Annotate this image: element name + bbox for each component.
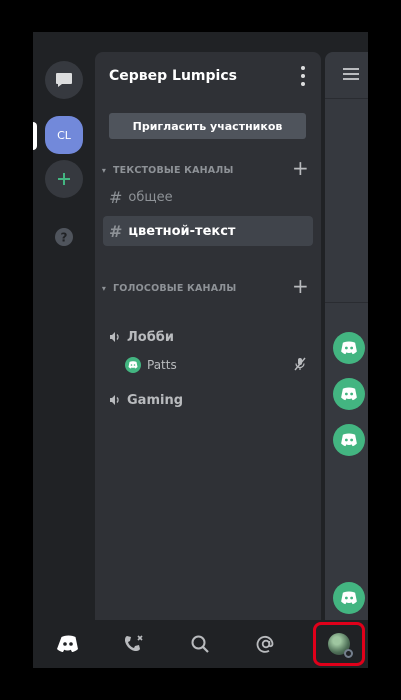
direct-messages-button[interactable] (45, 61, 83, 99)
help-button[interactable]: ? (45, 218, 83, 256)
channel-name: Лобби (127, 329, 174, 345)
home-icon (57, 635, 78, 652)
message-avatar[interactable] (333, 332, 365, 364)
plus-icon (58, 173, 70, 185)
category-label: ГОЛОСОВЫЕ КАНАЛЫ (113, 282, 237, 294)
friends-icon (125, 635, 143, 651)
status-indicator (344, 649, 353, 658)
voice-user-name: Patts (147, 358, 177, 372)
discord-logo-icon (341, 433, 357, 447)
category-voice-channels[interactable]: ▾ ГОЛОСОВЫЕ КАНАЛЫ + (99, 276, 317, 298)
discord-logo-icon (341, 341, 357, 355)
more-options-icon[interactable] (297, 66, 309, 86)
hash-icon: # (109, 187, 123, 207)
channel-name: цветной-текст (128, 223, 236, 239)
profile-nav-button[interactable] (313, 622, 365, 666)
bottom-navigation (33, 620, 368, 668)
invite-members-button[interactable]: Пригласить участников (109, 113, 306, 139)
message-avatar[interactable] (333, 378, 365, 410)
app-screen: CL ? Сервер Lumpics Пригласить участнико… (33, 32, 368, 668)
muted-mic-icon (293, 357, 307, 374)
hamburger-menu-icon[interactable] (343, 68, 359, 80)
chat-area-peek (325, 52, 368, 620)
add-channel-icon[interactable]: + (292, 276, 309, 296)
friends-nav-button[interactable] (122, 632, 146, 656)
search-nav-button[interactable] (188, 632, 212, 656)
server-rail: CL ? (33, 32, 95, 620)
help-icon: ? (55, 228, 73, 246)
discord-logo-icon (128, 361, 138, 369)
message-avatar[interactable] (333, 424, 365, 456)
chevron-down-icon: ▾ (101, 165, 107, 175)
discord-logo-icon (341, 591, 357, 605)
mentions-nav-button[interactable] (254, 632, 278, 656)
add-channel-icon[interactable]: + (292, 158, 309, 178)
mentions-icon (256, 635, 274, 653)
speaker-icon (109, 331, 121, 343)
speaker-icon (109, 394, 121, 406)
server-header[interactable]: Сервер Lumpics (95, 52, 321, 102)
channel-item[interactable]: # общее (103, 182, 313, 212)
svg-text:?: ? (61, 231, 68, 245)
home-nav-button[interactable] (56, 632, 80, 656)
server-initials: CL (57, 128, 71, 142)
message-avatar[interactable] (333, 582, 365, 614)
server-name: Сервер Lumpics (109, 68, 237, 84)
avatar (125, 357, 141, 373)
divider (325, 302, 368, 303)
divider (325, 98, 368, 99)
channel-name: Gaming (127, 392, 184, 408)
category-text-channels[interactable]: ▾ ТЕКСТОВЫЕ КАНАЛЫ + (99, 158, 317, 180)
chat-bubble-icon (56, 73, 72, 87)
discord-logo-icon (341, 387, 357, 401)
chevron-down-icon: ▾ (101, 283, 107, 293)
category-label: ТЕКСТОВЫЕ КАНАЛЫ (113, 164, 234, 176)
search-icon (191, 635, 209, 653)
selected-server-indicator (33, 122, 37, 150)
avatar (328, 633, 353, 658)
add-server-button[interactable] (45, 160, 83, 198)
channel-item-active[interactable]: # цветной-текст (103, 216, 313, 246)
server-icon-lumpics[interactable]: CL (45, 116, 83, 154)
hash-icon: # (109, 221, 123, 241)
channel-name: общее (128, 189, 173, 205)
channel-panel: Сервер Lumpics Пригласить участников ▾ Т… (95, 52, 321, 620)
voice-channel-item[interactable]: Gaming (103, 385, 313, 415)
voice-user-item[interactable]: Patts (125, 353, 313, 377)
voice-channel-item[interactable]: Лобби (103, 322, 313, 352)
